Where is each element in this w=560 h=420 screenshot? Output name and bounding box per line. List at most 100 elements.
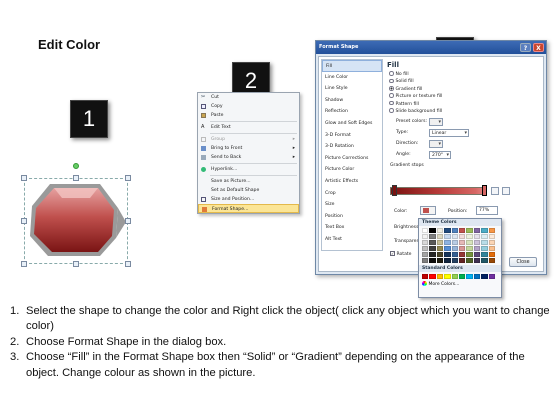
color-swatch[interactable] [458,240,466,245]
color-swatch[interactable] [466,246,473,251]
nav-item-shadow[interactable]: Shadow [322,95,382,107]
selected-shape[interactable] [20,160,136,272]
rotate-handle[interactable] [73,163,79,169]
color-swatch[interactable] [451,252,458,257]
color-swatch[interactable] [429,258,436,263]
color-swatch[interactable] [451,258,458,263]
color-swatch[interactable] [451,246,458,251]
color-swatch[interactable] [488,258,495,263]
nav-item-fill[interactable]: Fill [322,60,382,72]
nav-item-size[interactable]: Size [322,199,382,211]
color-swatch[interactable] [422,234,429,239]
color-swatch[interactable] [458,234,466,239]
color-swatch[interactable] [429,240,436,245]
color-swatch[interactable] [466,240,473,245]
color-swatch[interactable] [458,228,466,233]
color-swatch[interactable] [436,240,444,245]
color-swatch[interactable] [422,252,429,257]
color-swatch[interactable] [473,240,481,245]
color-swatch[interactable] [429,274,436,279]
color-picker-button[interactable] [420,206,436,215]
color-swatch[interactable] [429,228,436,233]
color-swatch[interactable] [481,234,488,239]
menu-item-hyperlink[interactable]: Hyperlink... [198,165,299,174]
color-swatch[interactable] [466,234,473,239]
radio-slide-background-fill[interactable]: Slide background fill [387,108,541,115]
color-swatch[interactable] [436,252,444,257]
color-swatch[interactable] [444,252,451,257]
gradient-stop-marker-selected[interactable] [482,185,487,196]
gradient-stops-bar[interactable] [390,187,486,195]
nav-item-3d-rotation[interactable]: 3-D Rotation [322,141,382,153]
radio-no-fill[interactable]: No fill [387,71,541,78]
nav-item-reflection[interactable]: Reflection [322,106,382,118]
color-swatch[interactable] [444,246,451,251]
color-swatch[interactable] [473,246,481,251]
radio-pattern-fill[interactable]: Pattern fill [387,100,541,108]
type-dropdown[interactable]: Linear [429,129,469,138]
color-swatch[interactable] [466,274,473,279]
add-stop-button[interactable] [491,187,499,195]
resize-handle[interactable] [21,261,27,267]
color-swatch[interactable] [429,234,436,239]
menu-item-set-default-shape[interactable]: Set as Default Shape [198,186,299,195]
menu-item-copy[interactable]: Copy [198,102,299,111]
position-spinner[interactable]: 77% [476,206,498,215]
gradient-stop-marker[interactable] [392,185,397,196]
color-swatch[interactable] [422,258,429,263]
color-swatch[interactable] [466,228,473,233]
color-swatch[interactable] [481,240,488,245]
help-button[interactable]: ? [520,43,531,52]
color-swatch[interactable] [473,274,481,279]
preset-colors-dropdown[interactable] [429,118,443,127]
color-swatch[interactable] [458,258,466,263]
color-swatch[interactable] [481,228,488,233]
menu-item-paste[interactable]: Paste [198,111,299,120]
color-swatch[interactable] [473,228,481,233]
color-swatch[interactable] [436,246,444,251]
color-swatch[interactable] [488,240,495,245]
color-swatch[interactable] [429,246,436,251]
nav-item-position[interactable]: Position [322,211,382,223]
color-swatch[interactable] [473,258,481,263]
color-swatch[interactable] [422,274,429,279]
more-colors-link[interactable]: More Colors... [419,281,501,288]
radio-gradient-fill[interactable]: Gradient fill [387,86,541,93]
nav-item-line-style[interactable]: Line Style [322,83,382,95]
menu-item-edit-text[interactable]: A Edit Text [198,123,299,132]
color-swatch[interactable] [436,258,444,263]
color-swatch[interactable] [444,274,451,279]
color-swatch[interactable] [422,246,429,251]
nav-item-artistic-effects[interactable]: Artistic Effects [322,176,382,188]
color-swatch[interactable] [458,252,466,257]
nav-item-crop[interactable]: Crop [322,188,382,200]
close-x-button[interactable]: X [533,43,544,52]
color-swatch[interactable] [481,246,488,251]
nav-item-line-color[interactable]: Line Color [322,72,382,84]
color-swatch[interactable] [481,274,488,279]
nav-item-picture-corrections[interactable]: Picture Corrections [322,153,382,165]
menu-item-save-as-picture[interactable]: Save as Picture... [198,177,299,186]
color-swatch[interactable] [488,274,495,279]
color-swatch[interactable] [488,246,495,251]
color-swatch[interactable] [436,274,444,279]
resize-handle[interactable] [73,175,79,181]
nav-item-alt-text[interactable]: Alt Text [322,234,382,246]
close-button[interactable]: Close [509,257,537,267]
direction-dropdown[interactable] [429,140,443,149]
color-swatch[interactable] [451,240,458,245]
menu-item-group[interactable]: Group ▸ [198,135,299,144]
color-swatch[interactable] [458,274,466,279]
color-swatch[interactable] [429,252,436,257]
color-swatch[interactable] [444,258,451,263]
color-swatch[interactable] [458,246,466,251]
nav-item-text-box[interactable]: Text Box [322,222,382,234]
color-swatch[interactable] [488,234,495,239]
menu-item-format-shape[interactable]: Format Shape... [198,204,299,213]
color-swatch[interactable] [422,228,429,233]
nav-item-picture-color[interactable]: Picture Color [322,164,382,176]
nav-item-3d-format[interactable]: 3-D Format [322,130,382,142]
radio-picture-fill[interactable]: Picture or texture fill [387,93,541,100]
resize-handle[interactable] [21,218,27,224]
color-swatch[interactable] [466,258,473,263]
